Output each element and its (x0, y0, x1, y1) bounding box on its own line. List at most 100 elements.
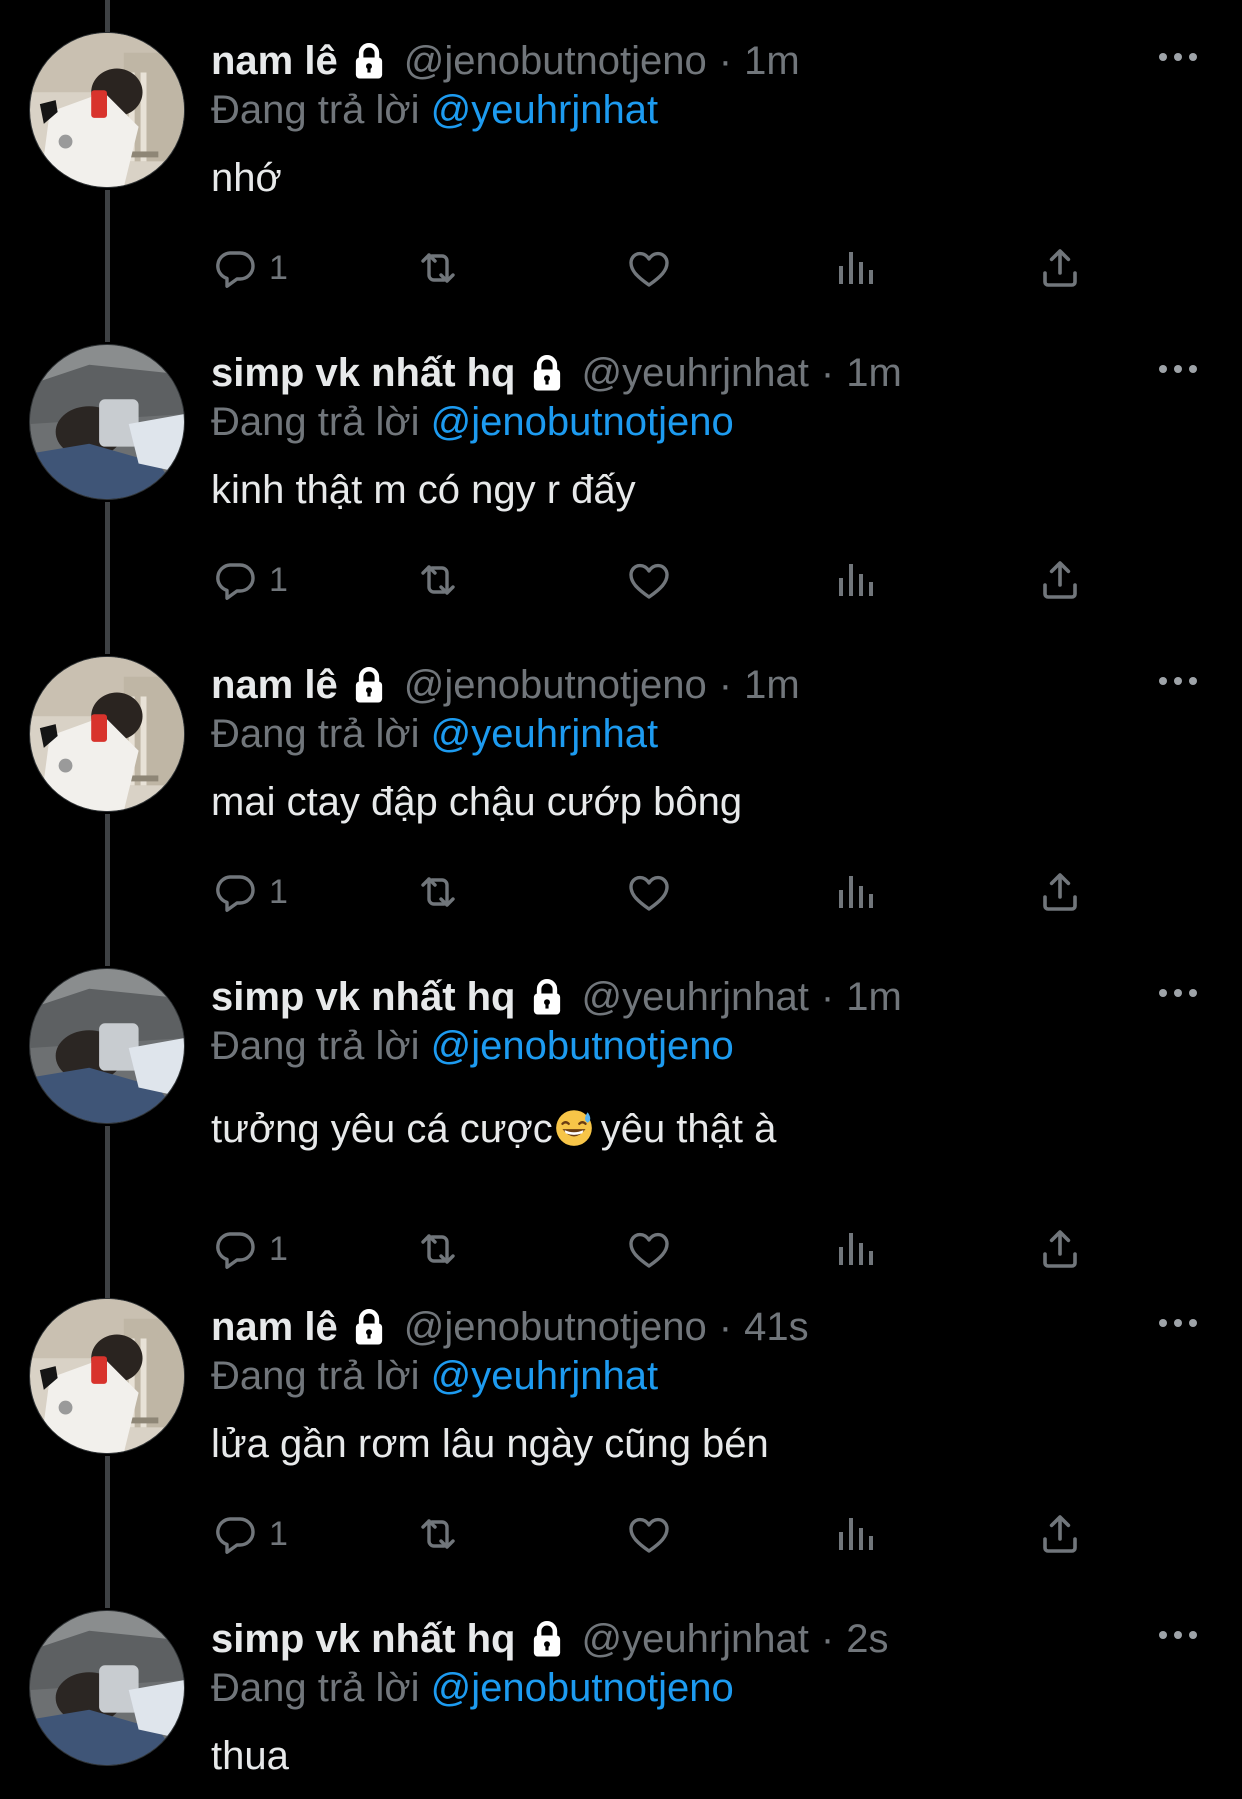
avatar[interactable] (29, 1610, 185, 1766)
tweet-actions: 1 (211, 862, 1111, 922)
reply-button[interactable]: 1 (211, 238, 288, 298)
like-icon (625, 1225, 673, 1273)
tweet-text: thua (211, 1734, 289, 1778)
more-icon[interactable] (1156, 359, 1200, 379)
reply-icon (211, 244, 259, 292)
views-button[interactable] (831, 238, 879, 298)
display-name[interactable]: nam lê (211, 657, 338, 713)
share-icon (1036, 244, 1084, 292)
like-button[interactable] (625, 550, 673, 610)
share-button[interactable] (1036, 1504, 1084, 1564)
separator-dot: · (820, 1617, 835, 1661)
lock-icon (348, 664, 390, 706)
avatar[interactable] (29, 968, 185, 1124)
user-handle[interactable]: @jenobutnotjeno (404, 1299, 707, 1355)
timestamp[interactable]: 1m (846, 345, 902, 401)
display-name[interactable]: simp vk nhất hq (211, 1611, 516, 1667)
replying-to-mention[interactable]: @jenobutnotjeno (431, 1024, 734, 1068)
display-name[interactable]: nam lê (211, 33, 338, 89)
timestamp[interactable]: 1m (744, 33, 800, 89)
separator-dot: · (718, 1305, 733, 1349)
reply-button[interactable]: 1 (211, 1219, 288, 1279)
replying-to-label: Đang trả lời (211, 712, 420, 756)
user-handle[interactable]: @yeuhrjnhat (582, 1611, 809, 1667)
like-button[interactable] (625, 238, 673, 298)
display-name[interactable]: simp vk nhất hq (211, 345, 516, 401)
share-icon (1036, 556, 1084, 604)
replying-to-label: Đang trả lời (211, 1024, 420, 1068)
tweet-text-part: yêu thật à (600, 1107, 777, 1151)
like-button[interactable] (625, 1504, 673, 1564)
reply-button[interactable]: 1 (211, 1504, 288, 1564)
user-handle[interactable]: @jenobutnotjeno (404, 657, 707, 713)
reply-button[interactable]: 1 (211, 550, 288, 610)
reply-icon (211, 1225, 259, 1273)
like-button[interactable] (625, 1219, 673, 1279)
views-button[interactable] (831, 1504, 879, 1564)
tweet-text: lửa gần rơm lâu ngày cũng bén (211, 1422, 769, 1466)
more-icon[interactable] (1156, 1625, 1200, 1645)
share-button[interactable] (1036, 862, 1084, 922)
more-icon[interactable] (1156, 47, 1200, 67)
replying-to-mention[interactable]: @jenobutnotjeno (431, 1666, 734, 1710)
separator-dot: · (820, 351, 835, 395)
replying-to: Đang trả lời @yeuhrjnhat (211, 83, 658, 137)
replying-to-label: Đang trả lời (211, 1354, 420, 1398)
tweet-text: tưởng yêu cá cược yêu thật à (211, 1099, 776, 1159)
views-button[interactable] (831, 1219, 879, 1279)
retweet-button[interactable] (414, 550, 462, 610)
reply-thread: nam lê @jenobutnotjeno · 1m Đang trả lời… (0, 0, 1242, 1799)
tweet-text-part: tưởng yêu cá cược (211, 1107, 553, 1151)
reply-icon (211, 1510, 259, 1558)
replying-to: Đang trả lời @yeuhrjnhat (211, 1349, 658, 1403)
display-name[interactable]: simp vk nhất hq (211, 969, 516, 1025)
share-button[interactable] (1036, 550, 1084, 610)
thread-line (105, 502, 110, 654)
replying-to: Đang trả lời @jenobutnotjeno (211, 395, 734, 449)
lock-icon (526, 976, 568, 1018)
reply-button[interactable]: 1 (211, 862, 288, 922)
more-icon[interactable] (1156, 671, 1200, 691)
timestamp[interactable]: 41s (744, 1299, 809, 1355)
tweet-actions: 1 (211, 1504, 1111, 1564)
retweet-button[interactable] (414, 238, 462, 298)
retweet-icon (414, 1225, 462, 1273)
timestamp[interactable]: 1m (846, 969, 902, 1025)
timestamp[interactable]: 2s (846, 1611, 888, 1667)
retweet-button[interactable] (414, 1219, 462, 1279)
views-icon (831, 244, 879, 292)
display-name[interactable]: nam lê (211, 1299, 338, 1355)
replying-to-mention[interactable]: @yeuhrjnhat (431, 88, 658, 132)
grinning-face-with-sweat-icon (553, 1106, 595, 1148)
retweet-icon (414, 868, 462, 916)
replying-to-mention[interactable]: @jenobutnotjeno (431, 400, 734, 444)
avatar[interactable] (29, 344, 185, 500)
views-button[interactable] (831, 550, 879, 610)
retweet-button[interactable] (414, 862, 462, 922)
share-button[interactable] (1036, 238, 1084, 298)
avatar[interactable] (29, 32, 185, 188)
avatar[interactable] (29, 1298, 185, 1454)
replying-to: Đang trả lời @jenobutnotjeno (211, 1019, 734, 1073)
tweet-text: mai ctay đập chậu cướp bông (211, 780, 743, 824)
user-handle[interactable]: @yeuhrjnhat (582, 969, 809, 1025)
user-handle[interactable]: @yeuhrjnhat (582, 345, 809, 401)
avatar[interactable] (29, 656, 185, 812)
timestamp[interactable]: 1m (744, 657, 800, 713)
retweet-icon (414, 556, 462, 604)
user-handle[interactable]: @jenobutnotjeno (404, 33, 707, 89)
views-button[interactable] (831, 862, 879, 922)
retweet-button[interactable] (414, 1504, 462, 1564)
share-icon (1036, 1510, 1084, 1558)
tweet-actions: 1 (211, 238, 1111, 298)
more-icon[interactable] (1156, 983, 1200, 1003)
lock-icon (348, 40, 390, 82)
replying-to-mention[interactable]: @yeuhrjnhat (431, 1354, 658, 1398)
share-button[interactable] (1036, 1219, 1084, 1279)
reply-count: 1 (269, 248, 288, 287)
share-icon (1036, 1225, 1084, 1273)
more-icon[interactable] (1156, 1313, 1200, 1333)
like-button[interactable] (625, 862, 673, 922)
replying-to-mention[interactable]: @yeuhrjnhat (431, 712, 658, 756)
separator-dot: · (718, 39, 733, 83)
